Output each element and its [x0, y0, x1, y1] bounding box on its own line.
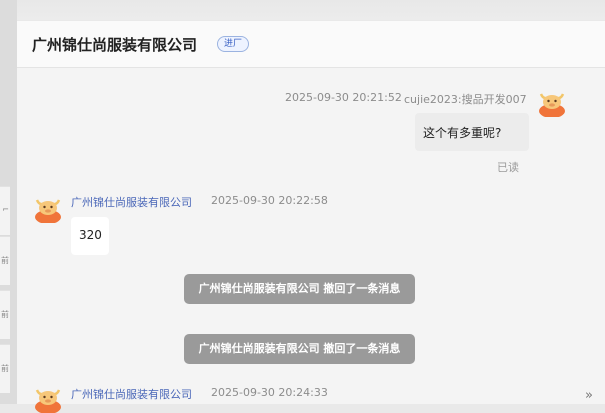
chat-panel: 广州锦仕尚服装有限公司 进厂 2025-09-30 20:21:52 cujie…	[17, 21, 605, 413]
message-timestamp: 2025-09-30 20:22:58	[211, 194, 328, 207]
cartoon-cow-avatar-icon[interactable]	[33, 193, 63, 223]
status-badge: 进厂	[217, 36, 250, 52]
message-sender[interactable]: 广州锦仕尚服装有限公司	[71, 386, 192, 402]
message-sender[interactable]: 广州锦仕尚服装有限公司	[71, 194, 192, 210]
recall-notice: 广州锦仕尚服装有限公司 撤回了一条消息	[184, 274, 415, 304]
chat-header: 广州锦仕尚服装有限公司 进厂	[17, 21, 605, 68]
cartoon-cow-avatar-icon[interactable]	[33, 383, 63, 413]
read-status: 已读	[497, 161, 519, 174]
cartoon-cow-avatar-icon[interactable]	[537, 87, 567, 117]
background-window-top	[0, 0, 605, 20]
chat-title: 广州锦仕尚服装有限公司	[32, 36, 198, 54]
double-chevron-right-icon[interactable]: »	[585, 388, 593, 403]
conversation-list-item[interactable]: 前	[0, 290, 10, 339]
conversation-list-item[interactable]: ⌐	[0, 186, 10, 235]
conversation-list-item[interactable]: 前	[0, 236, 10, 285]
recall-notice: 广州锦仕尚服装有限公司 撤回了一条消息	[184, 334, 415, 364]
message-sender: cujie2023:搜品开发007	[404, 93, 527, 106]
background-conversation-list: ⌐ 前 前 前	[0, 0, 17, 404]
incoming-message-bubble[interactable]: 320	[71, 217, 109, 255]
conversation-list-item[interactable]: 前	[0, 344, 10, 393]
message-timestamp: 2025-09-30 20:24:33	[211, 386, 328, 399]
outgoing-message-bubble[interactable]: 这个有多重呢?	[415, 113, 529, 151]
message-timestamp: 2025-09-30 20:21:52	[285, 91, 402, 104]
